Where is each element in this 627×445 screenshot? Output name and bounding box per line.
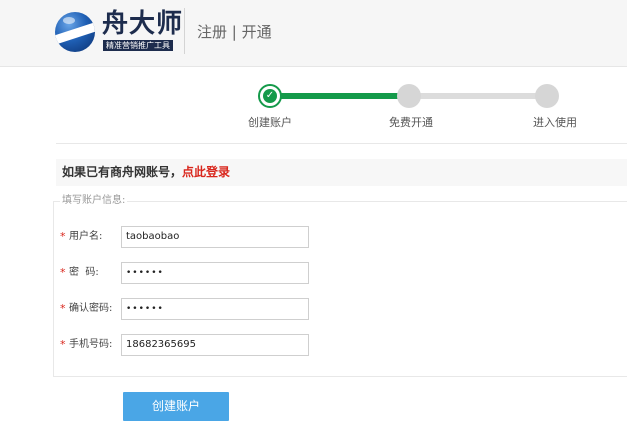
login-link[interactable]: 点此登录 xyxy=(182,165,230,179)
login-tip-comma: ， xyxy=(170,165,183,179)
check-icon: ✓ xyxy=(263,89,277,103)
phone-input[interactable]: 18682365695 xyxy=(121,334,309,356)
username-row: * 用户名: taobaobao xyxy=(60,226,320,248)
step-1-label: 创建账户 xyxy=(248,116,292,129)
password-label: 密 码: xyxy=(69,267,99,278)
login-tip: 如果已有商舟网账号，点此登录 xyxy=(56,159,627,186)
progress-track-pending xyxy=(410,93,546,99)
required-mark: * xyxy=(60,230,66,243)
password-row: * 密 码: •••••• xyxy=(60,262,320,284)
required-mark: * xyxy=(60,302,66,315)
step-1-indicator: ✓ xyxy=(258,84,282,108)
step-3-indicator xyxy=(535,84,559,108)
confirm-password-label: 确认密码: xyxy=(69,303,113,314)
create-account-button[interactable]: 创建账户 xyxy=(123,392,229,421)
globe-logo-icon xyxy=(55,12,95,52)
step-2-label: 免费开通 xyxy=(389,116,433,129)
phone-label: 手机号码: xyxy=(69,339,113,350)
required-mark: * xyxy=(60,266,66,279)
page-title: 注册 | 开通 xyxy=(197,23,272,41)
username-label: 用户名: xyxy=(69,231,103,242)
confirm-password-input[interactable]: •••••• xyxy=(121,298,309,320)
password-input[interactable]: •••••• xyxy=(121,262,309,284)
logo-name: 舟大师 xyxy=(102,9,184,39)
header-divider xyxy=(184,8,185,54)
required-mark: * xyxy=(60,338,66,351)
progress-track-complete xyxy=(270,93,410,99)
phone-row: * 手机号码: 18682365695 xyxy=(60,334,320,356)
step-2-indicator xyxy=(397,84,421,108)
steps-divider xyxy=(56,143,627,144)
username-input[interactable]: taobaobao xyxy=(121,226,309,248)
confirm-password-row: * 确认密码: •••••• xyxy=(60,298,320,320)
logo-tagline: 精准营销推广工具 xyxy=(103,40,173,51)
page-header: 舟大师 精准营销推广工具 注册 | 开通 xyxy=(0,0,627,67)
login-tip-text: 如果已有商舟网账号 xyxy=(62,165,171,179)
form-legend: 填写账户信息: xyxy=(60,194,128,208)
step-3-label: 进入使用 xyxy=(533,116,577,129)
